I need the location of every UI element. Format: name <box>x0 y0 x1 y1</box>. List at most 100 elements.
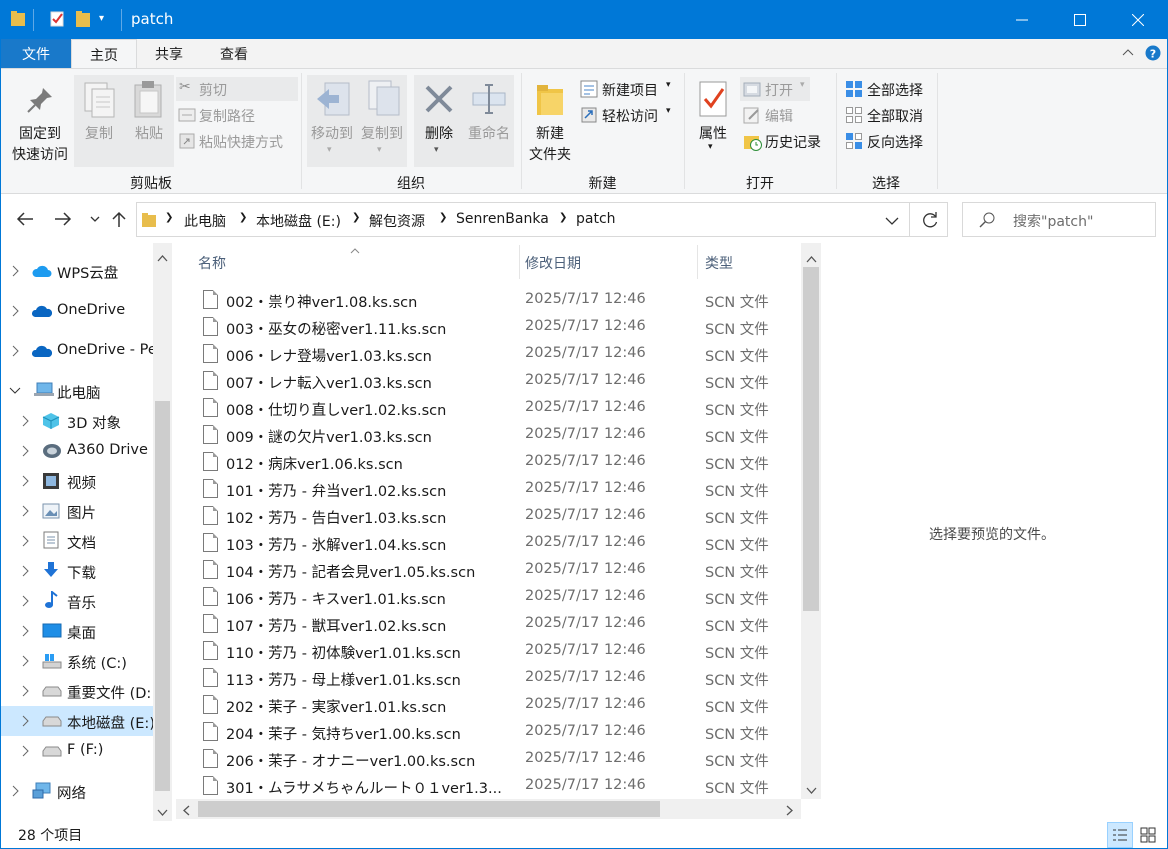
easy-access-button[interactable]: 轻松访问 ▾ <box>578 103 678 127</box>
file-row[interactable]: 106・芳乃 - キスver1.01.ks.scn 2025/7/17 12:46… <box>176 584 801 611</box>
pin-to-quick-access-button[interactable]: 固定到 快速访问 <box>5 75 75 167</box>
breadcrumb-senrenbanka[interactable]: SenrenBanka <box>456 211 549 227</box>
properties-icon[interactable] <box>49 10 67 28</box>
open-button[interactable]: 打开 ▾ <box>740 77 810 101</box>
tree-item-system-c[interactable]: 系统 (C:) <box>1 646 153 676</box>
tree-item-important-files-d[interactable]: 重要文件 (D: <box>1 676 153 706</box>
tree-item-pictures[interactable]: 图片 <box>1 496 153 526</box>
new-folder-icon[interactable] <box>75 10 91 28</box>
file-row[interactable]: 009・謎の欠片ver1.03.ks.scn 2025/7/17 12:46 SCN… <box>176 422 801 449</box>
file-row[interactable]: 204・茉子 - 気持ちver1.00.ks.scn 2025/7/17 12:4… <box>176 719 801 746</box>
file-row[interactable]: 012・病床ver1.06.ks.scn 2025/7/17 12:46 SCN 文… <box>176 449 801 476</box>
expand-chevron-icon[interactable] <box>20 444 32 458</box>
close-button[interactable] <box>1109 1 1167 39</box>
tree-item-wps-cloud[interactable]: WPS云盘 <box>1 256 153 286</box>
details-view-button[interactable] <box>1107 822 1133 848</box>
scroll-left-icon[interactable] <box>182 804 190 820</box>
nav-pane-scroll-thumb[interactable] <box>155 401 170 791</box>
tree-item-videos[interactable]: 视频 <box>1 466 153 496</box>
file-row[interactable]: 206・茉子 - オナニーver1.00.ks.scn 2025/7/17 12:… <box>176 746 801 773</box>
file-list-horizontal-scrollbar[interactable] <box>176 799 801 819</box>
expand-chevron-icon[interactable] <box>20 504 32 518</box>
up-arrow-icon[interactable] <box>111 210 127 232</box>
file-row[interactable]: 102・芳乃 - 告白ver1.03.ks.scn 2025/7/17 12:46… <box>176 503 801 530</box>
horizontal-scroll-thumb[interactable] <box>198 801 660 817</box>
customize-quick-access-icon[interactable]: ▾ <box>99 13 104 24</box>
file-row[interactable]: 006・レナ登場ver1.03.ks.scn 2025/7/17 12:46 SCN… <box>176 341 801 368</box>
file-row[interactable]: 003・巫女の秘密ver1.11.ks.scn 2025/7/17 12:46 SC… <box>176 314 801 341</box>
paste-button[interactable]: 粘贴 <box>124 75 174 167</box>
expand-chevron-icon[interactable] <box>10 264 22 278</box>
column-header-date[interactable]: 修改日期 <box>525 253 695 273</box>
column-header-name[interactable]: 名称 <box>198 253 518 273</box>
tree-item-network[interactable]: 网络 <box>1 776 153 806</box>
file-row[interactable]: 101・芳乃 - 弁当ver1.02.ks.scn 2025/7/17 12:46… <box>176 476 801 503</box>
expand-chevron-icon[interactable] <box>20 654 32 668</box>
select-all-button[interactable]: 全部选择 <box>843 77 935 101</box>
expand-chevron-icon[interactable] <box>20 684 32 698</box>
invert-selection-button[interactable]: 反向选择 <box>843 129 935 153</box>
breadcrumb-patch[interactable]: patch <box>576 211 616 227</box>
file-list-scroll-thumb[interactable] <box>803 267 819 611</box>
delete-button[interactable]: 删除 ▾ <box>414 75 464 167</box>
file-row[interactable]: 103・芳乃 - 氷解ver1.04.ks.scn 2025/7/17 12:46… <box>176 530 801 557</box>
copy-button[interactable]: 复制 <box>74 75 124 167</box>
address-history-chevron-icon[interactable] <box>885 214 899 230</box>
collapse-chevron-icon[interactable] <box>9 384 21 398</box>
file-row[interactable]: 008・仕切り直しver1.02.ks.scn 2025/7/17 12:46 SC… <box>176 395 801 422</box>
tree-item-3d-objects[interactable]: 3D 对象 <box>1 406 153 436</box>
help-icon[interactable]: ? <box>1145 45 1161 65</box>
column-header-type[interactable]: 类型 <box>705 253 795 273</box>
copy-to-button[interactable]: 复制到 ▾ <box>357 75 407 167</box>
tree-item-documents[interactable]: 文档 <box>1 526 153 556</box>
expand-chevron-icon[interactable] <box>20 594 32 608</box>
tree-item-a360-drive[interactable]: A360 Drive <box>1 436 153 466</box>
recent-locations-chevron-icon[interactable] <box>89 213 101 229</box>
expand-chevron-icon[interactable] <box>20 534 32 548</box>
breadcrumb-unpack-resources[interactable]: 解包资源 <box>369 211 425 231</box>
file-row[interactable]: 301・ムラサメちゃんルート０１ver1.3... 2025/7/17 12:46… <box>176 773 801 800</box>
nav-pane-scrollbar[interactable] <box>153 243 172 821</box>
collapse-ribbon-icon[interactable] <box>1121 45 1135 63</box>
expand-chevron-icon[interactable] <box>20 624 32 638</box>
refresh-icon[interactable] <box>921 211 939 233</box>
file-list-scrollbar[interactable] <box>801 243 821 799</box>
address-bar[interactable]: ❯ 此电脑 ❯ 本地磁盘 (E:) ❯ 解包资源 ❯ SenrenBanka ❯… <box>136 202 948 237</box>
forward-arrow-icon[interactable] <box>53 211 73 231</box>
cut-button[interactable]: ✂ 剪切 <box>176 77 298 101</box>
tree-item-onedrive[interactable]: OneDrive <box>1 296 153 326</box>
new-item-button[interactable]: 新建项目 ▾ <box>578 77 678 101</box>
file-row[interactable]: 002・祟り神ver1.08.ks.scn 2025/7/17 12:46 SCN … <box>176 287 801 314</box>
expand-chevron-icon[interactable] <box>20 564 32 578</box>
paste-shortcut-button[interactable]: 粘贴快捷方式 <box>176 129 298 153</box>
scroll-up-icon[interactable] <box>157 250 168 266</box>
tree-item-music[interactable]: 音乐 <box>1 586 153 616</box>
expand-chevron-icon[interactable] <box>10 344 22 358</box>
breadcrumb-drive-e[interactable]: 本地磁盘 (E:) <box>256 211 341 231</box>
new-folder-button[interactable]: 新建 文件夹 <box>525 75 575 167</box>
tree-item-desktop[interactable]: 桌面 <box>1 616 153 646</box>
file-row[interactable]: 104・芳乃 - 記者会見ver1.05.ks.scn 2025/7/17 12:… <box>176 557 801 584</box>
tab-share[interactable]: 共享 <box>137 39 201 68</box>
tree-item-local-disk-e[interactable]: 本地磁盘 (E:) <box>1 706 155 736</box>
expand-chevron-icon[interactable] <box>10 784 22 798</box>
edit-button[interactable]: 编辑 <box>740 103 820 127</box>
tab-view[interactable]: 查看 <box>201 39 267 68</box>
expand-chevron-icon[interactable] <box>10 304 22 318</box>
file-row[interactable]: 113・芳乃 - 母上様ver1.01.ks.scn 2025/7/17 12:4… <box>176 665 801 692</box>
expand-chevron-icon[interactable] <box>20 414 32 428</box>
back-arrow-icon[interactable] <box>15 211 35 231</box>
tree-item-f-drive[interactable]: F (F:) <box>1 736 153 766</box>
history-button[interactable]: 历史记录 <box>740 129 832 153</box>
tab-file[interactable]: 文件 <box>1 39 71 68</box>
properties-button[interactable]: 属性 ▾ <box>689 75 737 167</box>
scroll-up-icon[interactable] <box>806 251 817 267</box>
file-row[interactable]: 110・芳乃 - 初体験ver1.01.ks.scn 2025/7/17 12:4… <box>176 638 801 665</box>
file-row[interactable]: 202・茉子 - 実家ver1.01.ks.scn 2025/7/17 12:46… <box>176 692 801 719</box>
move-to-button[interactable]: 移动到 ▾ <box>307 75 357 167</box>
search-box[interactable]: 搜索"patch" <box>962 202 1156 237</box>
maximize-button[interactable] <box>1051 1 1109 39</box>
tree-item-onedrive-personal[interactable]: OneDrive - Pe <box>1 336 157 366</box>
file-row[interactable]: 007・レナ転入ver1.03.ks.scn 2025/7/17 12:46 SCN… <box>176 368 801 395</box>
minimize-button[interactable] <box>993 1 1051 39</box>
